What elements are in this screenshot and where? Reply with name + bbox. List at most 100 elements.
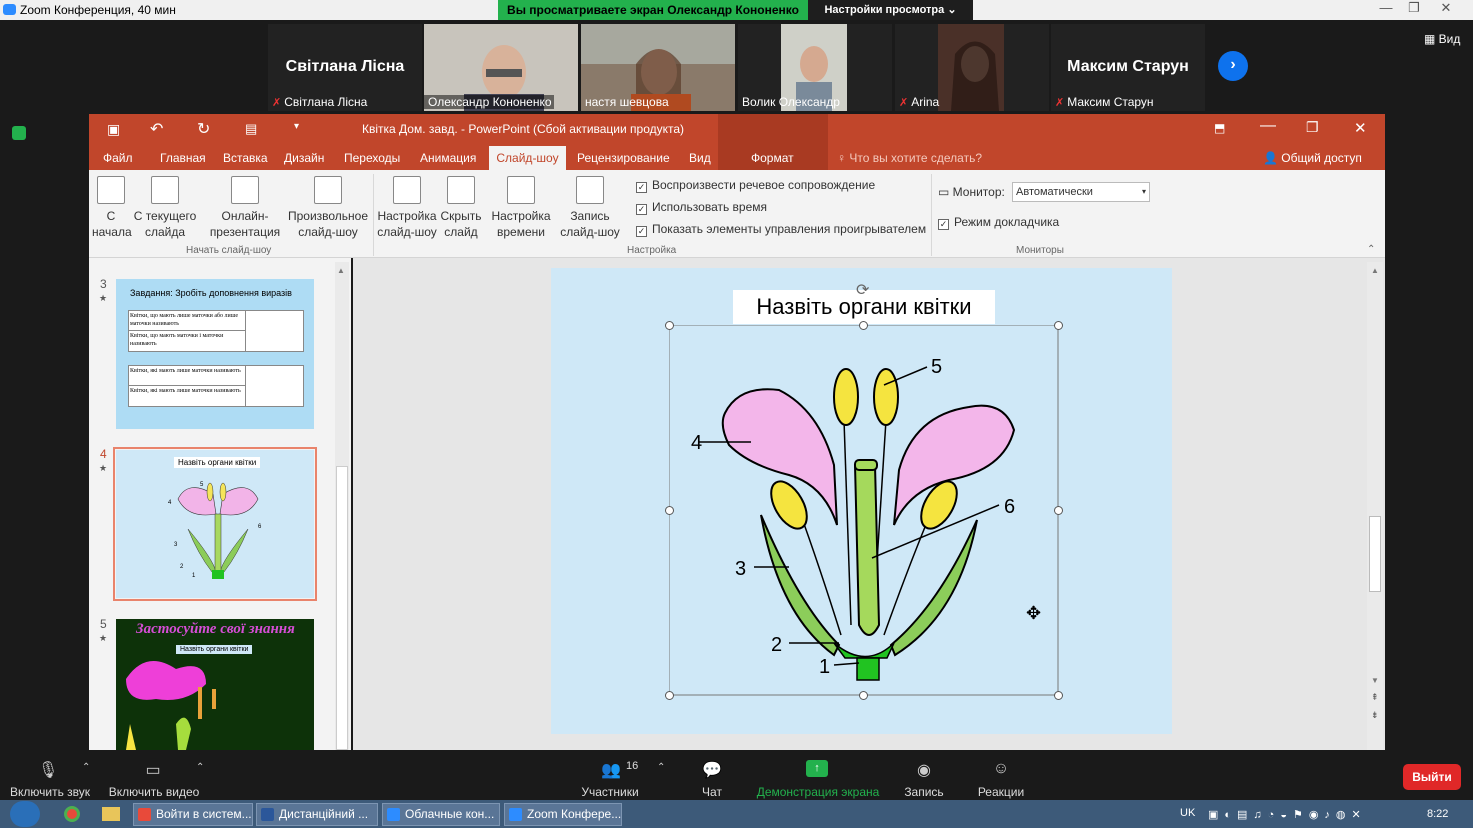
participant-tile[interactable]: Максим Старун ✗ Максим Старун (1051, 24, 1205, 111)
chat-icon[interactable]: 💬 (702, 760, 722, 779)
slide-thumbnail-3[interactable]: Завдання: Зробіть доповнення виразів Кві… (116, 279, 314, 429)
start-slideshow-icon[interactable]: ▤ (245, 121, 257, 137)
undo-icon[interactable]: ↶ (150, 119, 163, 139)
clock[interactable]: 8:22 (1427, 808, 1448, 820)
slide-thumbnail-4[interactable]: Назвіть органи квітки 5 4 6 3 2 1 (116, 450, 314, 598)
from-start-button[interactable]: С начала (92, 176, 132, 240)
share-screen-button[interactable]: Демонстрация экрана (756, 785, 880, 799)
scroll-up-icon[interactable]: ▲ (1371, 266, 1379, 275)
tab-slideshow[interactable]: Слайд-шоу (489, 146, 566, 172)
use-timings-checkbox[interactable]: ✓ Использовать время (636, 200, 767, 215)
tab-home[interactable]: Главная (160, 151, 206, 165)
explorer-icon[interactable] (102, 807, 120, 821)
start-video-button[interactable]: Включить видео (104, 785, 204, 799)
tray-icons[interactable]: ▣◐▤♫◔◒⚑◉♪◍✕ (1208, 808, 1408, 822)
leave-button[interactable]: Выйти (1403, 764, 1461, 790)
chevron-up-icon[interactable]: ⌃ (82, 762, 90, 773)
participant-tile[interactable]: Волик Олександр (738, 24, 892, 111)
online-presentation-button[interactable]: Онлайн-презентация (203, 176, 287, 240)
taskbar-item[interactable]: Дистанційний ... (256, 803, 378, 826)
redo-icon[interactable]: ↻ (197, 119, 210, 139)
chat-button[interactable]: Чат (692, 785, 732, 799)
media-controls-checkbox[interactable]: ✓ Показать элементы управления проигрыват… (636, 222, 926, 237)
close-icon[interactable]: ✕ (1432, 0, 1460, 18)
participants-icon[interactable]: 👥 (598, 760, 624, 779)
share-button[interactable]: 👤 Общий доступ (1263, 151, 1362, 165)
custom-slideshow-button[interactable]: Произвольное слайд-шоу (286, 176, 370, 240)
presenter-view-checkbox[interactable]: ✓ Режим докладчика (938, 215, 1059, 230)
tab-view[interactable]: Вид (689, 151, 711, 165)
minimize-icon[interactable]: — (1372, 0, 1400, 18)
previous-slide-icon[interactable]: ⇞ (1371, 692, 1379, 703)
tell-me-search[interactable]: ♀ Что вы хотите сделать? (837, 151, 982, 165)
rotate-handle-icon[interactable]: ⟳ (856, 280, 869, 300)
ppt-close-icon[interactable]: ✕ (1354, 119, 1367, 137)
record-icon[interactable]: ◉ (914, 760, 934, 779)
hide-slide-button[interactable]: Скрыть слайд (439, 176, 483, 240)
slide-scroll-thumb[interactable] (1369, 516, 1381, 592)
from-current-button[interactable]: С текущего слайда (132, 176, 198, 240)
share-screen-icon[interactable]: ↑ (806, 760, 828, 777)
checkbox-checked-icon: ✓ (636, 226, 647, 237)
narration-checkbox[interactable]: ✓ Воспроизвести речевое сопровождение (636, 178, 875, 193)
participant-tile[interactable]: настя шевцова (581, 24, 735, 111)
mic-muted-icon[interactable]: 🎙 (38, 760, 58, 779)
move-cursor-icon: ✥ (1026, 603, 1042, 623)
encryption-shield-icon[interactable] (12, 126, 26, 140)
tab-insert[interactable]: Вставка (223, 151, 268, 165)
view-settings-button[interactable]: Настройки просмотра ⌄ (808, 0, 973, 20)
tab-review[interactable]: Рецензирование (577, 151, 670, 165)
monitor-select[interactable]: Автоматически ▾ (1012, 182, 1150, 202)
resize-handle[interactable] (665, 321, 674, 330)
ppt-minimize-icon[interactable]: — (1260, 117, 1276, 135)
participant-tile[interactable]: Олександр Кононенко (424, 24, 578, 111)
flower-diagram-image[interactable]: 4 5 6 3 2 1 (669, 325, 1059, 696)
resize-handle[interactable] (1054, 321, 1063, 330)
next-page-icon[interactable]: › (1218, 51, 1248, 81)
customize-qat-icon[interactable]: ▾ (294, 121, 299, 132)
chevron-up-icon[interactable]: ⌃ (196, 762, 204, 773)
taskbar-item[interactable]: Zoom Конфере... (504, 803, 622, 826)
participants-count: 16 (626, 760, 639, 772)
participant-tile[interactable]: Світлана Лісна ✗ Світлана Лісна (268, 24, 422, 111)
video-off-icon[interactable]: ▭ (143, 760, 163, 779)
resize-handle[interactable] (859, 691, 868, 700)
collapse-ribbon-icon[interactable]: ⌃ (1367, 244, 1375, 255)
reactions-icon[interactable]: ☺ (991, 760, 1011, 778)
setup-slideshow-button[interactable]: Настройка слайд-шоу (376, 176, 438, 240)
record-slideshow-button[interactable]: Запись слайд-шоу (552, 176, 628, 240)
tab-format[interactable]: Формат (751, 151, 794, 165)
ppt-restore-icon[interactable]: ❐ (1306, 119, 1319, 136)
save-icon[interactable]: ▣ (107, 121, 120, 138)
language-indicator[interactable]: UK (1180, 807, 1195, 819)
reactions-button[interactable]: Реакции (974, 785, 1028, 799)
scroll-down-icon[interactable]: ▼ (1371, 676, 1379, 685)
chevron-up-icon[interactable]: ⌃ (657, 762, 665, 773)
rehearse-timings-button[interactable]: Настройка времени (489, 176, 553, 240)
resize-handle[interactable] (1054, 691, 1063, 700)
next-slide-icon[interactable]: ⇟ (1371, 710, 1379, 721)
slide-thumbnail-5[interactable]: Застосуйте свої знання Назвіть органи кв… (116, 619, 314, 750)
resize-handle[interactable] (859, 321, 868, 330)
start-button-icon[interactable] (10, 801, 40, 827)
record-button[interactable]: Запись (900, 785, 948, 799)
thumbnail-scroll-thumb[interactable] (336, 466, 348, 750)
view-button[interactable]: ▦ Вид (1424, 32, 1460, 46)
resize-handle[interactable] (1054, 506, 1063, 515)
taskbar-item[interactable]: Войти в систем... (133, 803, 253, 826)
participants-button[interactable]: Участники (570, 785, 650, 799)
maximize-icon[interactable]: ❐ (1400, 0, 1428, 18)
unmute-button[interactable]: Включить звук (6, 785, 94, 799)
tab-animation[interactable]: Анимация (420, 151, 476, 165)
resize-handle[interactable] (665, 506, 674, 515)
taskbar-item[interactable]: Облачные кон... (382, 803, 500, 826)
ribbon-display-icon[interactable]: ⬒ (1214, 121, 1225, 135)
participant-tile[interactable]: ✗ Arina (895, 24, 1049, 111)
tab-transitions[interactable]: Переходы (344, 151, 400, 165)
tab-design[interactable]: Дизайн (284, 151, 324, 165)
resize-handle[interactable] (665, 691, 674, 700)
scroll-up-icon[interactable]: ▲ (337, 266, 345, 275)
chrome-icon[interactable] (64, 806, 80, 822)
tab-file[interactable]: Файл (103, 151, 133, 165)
thumb-flower-image: 5 4 6 3 2 1 (168, 482, 262, 579)
